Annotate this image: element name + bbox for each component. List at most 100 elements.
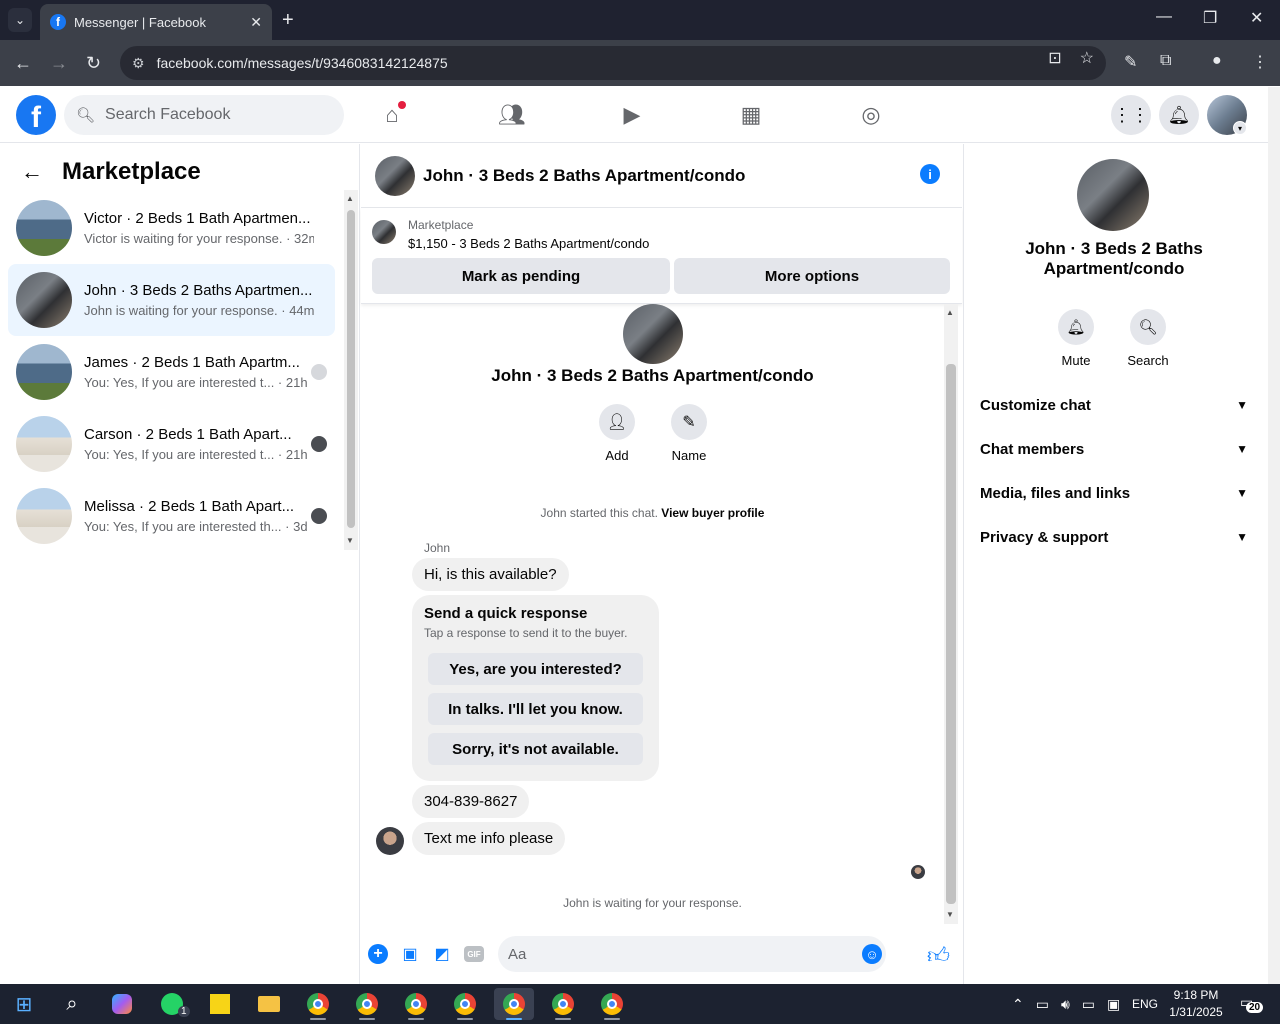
chrome-icon[interactable] (298, 988, 338, 1020)
quick-response-option[interactable]: In talks. I'll let you know. (428, 693, 643, 725)
close-tab-icon[interactable]: ✕ (250, 14, 262, 31)
restore-button[interactable]: ❐ (1203, 8, 1217, 28)
copilot-icon[interactable] (102, 988, 142, 1020)
message-bubble[interactable]: 304-839-8627 (412, 785, 530, 818)
scroll-up-icon[interactable]: ▲ (946, 308, 954, 317)
conversation-scrollbar[interactable]: ▲ ▼ (344, 190, 358, 550)
back-button[interactable]: ← (14, 52, 32, 74)
conversation-item[interactable]: Carson · 2 Beds 1 Bath Apart... You: Yes… (8, 408, 335, 480)
scroll-down-icon[interactable]: ▼ (346, 536, 354, 545)
close-window-button[interactable]: ✕ (1250, 8, 1263, 28)
scrollbar-thumb[interactable] (347, 210, 355, 528)
quick-response-option[interactable]: Sorry, it's not available. (428, 733, 643, 765)
chrome-icon[interactable] (445, 988, 485, 1020)
page-scrollbar[interactable] (1268, 87, 1280, 984)
sender-avatar[interactable] (376, 827, 404, 855)
facebook-logo-icon[interactable]: f (16, 95, 56, 135)
scrollbar-thumb[interactable] (946, 364, 956, 904)
scroll-down-icon[interactable]: ▼ (946, 910, 954, 919)
thumbs-up-icon[interactable]: 👍︎ (927, 942, 950, 969)
file-explorer-icon[interactable] (249, 988, 289, 1020)
mark-as-pending-button[interactable]: Mark as pending (372, 258, 670, 294)
network-icon[interactable]: ▭ (1082, 996, 1095, 1013)
marketplace-icon[interactable]: ▦ (737, 101, 765, 129)
menu-grid-icon[interactable]: ⋮⋮ (1111, 95, 1151, 135)
conversation-item[interactable]: Victor · 2 Beds 1 Bath Apartmen... Victo… (8, 192, 335, 264)
info-icon[interactable]: i (920, 164, 940, 184)
pen-icon[interactable]: ✎ (1124, 52, 1137, 72)
clock[interactable]: 9:18 PM 1/31/2025 (1165, 987, 1227, 1021)
search-icon[interactable]: ⌕ (52, 988, 92, 1020)
bookmark-star-icon[interactable]: ☆ (1080, 48, 1094, 68)
message-bubble[interactable]: Hi, is this available? (412, 558, 569, 591)
tab-search-button[interactable]: ⌄ (8, 8, 32, 32)
name-chat-action[interactable]: ✎ Name (659, 404, 719, 463)
video-icon[interactable]: ▶ (618, 101, 646, 129)
forward-button[interactable]: → (50, 52, 68, 74)
display-icon[interactable]: ▣ (1107, 996, 1120, 1013)
back-arrow-icon[interactable]: ← (16, 156, 48, 188)
listing-title[interactable]: $1,150 - 3 Beds 2 Baths Apartment/condo (408, 236, 649, 251)
seen-avatar (911, 865, 925, 879)
facebook-search[interactable]: 🔍︎ (64, 95, 344, 135)
volume-icon[interactable]: 🔊︎ (1061, 996, 1070, 1013)
chrome-icon[interactable] (347, 988, 387, 1020)
plus-icon[interactable]: + (368, 944, 388, 964)
customize-chat-section[interactable]: Customize chat ▼ (980, 385, 1252, 425)
bell-icon[interactable]: 🔔︎ (1058, 309, 1094, 345)
scroll-up-icon[interactable]: ▲ (346, 194, 354, 203)
listing-thumbnail[interactable] (372, 220, 396, 244)
groups-icon[interactable]: ◎ (857, 101, 885, 129)
conversation-item[interactable]: Melissa · 2 Beds 1 Bath Apart... You: Ye… (8, 480, 335, 552)
search-icon[interactable]: 🔍︎ (1130, 309, 1166, 345)
more-options-button[interactable]: More options (674, 258, 950, 294)
install-app-icon[interactable]: ⊡ (1048, 48, 1061, 68)
add-person-icon[interactable]: 👤︎ (599, 404, 635, 440)
reload-button[interactable]: ↻ (86, 52, 101, 74)
message-bubble[interactable]: Text me info please (412, 822, 566, 855)
message-input[interactable] (508, 945, 848, 963)
minimize-button[interactable]: — (1156, 8, 1172, 26)
chat-title[interactable]: John · 3 Beds 2 Baths Apartment/condo (423, 166, 745, 186)
new-tab-button[interactable]: + (282, 8, 294, 32)
chat-members-section[interactable]: Chat members ▼ (980, 429, 1252, 469)
home-icon[interactable]: ⌂ (378, 101, 406, 129)
meet-icon[interactable]: ▭ (1036, 996, 1049, 1013)
pencil-icon[interactable]: ✎ (671, 404, 707, 440)
profile-icon[interactable]: ● (1212, 52, 1222, 70)
thread-scrollbar[interactable]: ▲ ▼ (944, 304, 958, 924)
browser-tab[interactable]: f Messenger | Facebook ✕ (40, 4, 272, 40)
quick-response-option[interactable]: Yes, are you interested? (428, 653, 643, 685)
privacy-support-section[interactable]: Privacy & support ▼ (980, 517, 1252, 557)
gif-icon[interactable]: GIF (464, 946, 484, 962)
menu-dots-icon[interactable]: ⋮ (1252, 52, 1268, 72)
photo-icon[interactable]: ▣ (400, 944, 420, 964)
message-input-box[interactable]: ☺ (498, 936, 886, 972)
conversation-item[interactable]: John · 3 Beds 2 Baths Apartmen... John i… (8, 264, 335, 336)
sticker-icon[interactable]: ◩ (432, 944, 452, 964)
extensions-icon[interactable]: ⧉ (1160, 52, 1171, 70)
chevron-down-icon[interactable]: ▾ (1233, 121, 1247, 135)
chrome-icon[interactable] (396, 988, 436, 1020)
view-buyer-profile-link[interactable]: View buyer profile (661, 506, 764, 520)
mute-action[interactable]: 🔔︎ Mute (1046, 309, 1106, 368)
emoji-icon[interactable]: ☺ (862, 944, 882, 964)
site-info-icon[interactable]: ⚙ (132, 55, 145, 72)
chrome-icon[interactable] (543, 988, 583, 1020)
search-action[interactable]: 🔍︎ Search (1118, 309, 1178, 368)
chrome-icon[interactable] (592, 988, 632, 1020)
windows-start-icon[interactable]: ⊞ (4, 988, 44, 1020)
chevron-up-icon[interactable]: ⌃ (1012, 996, 1024, 1013)
notifications-bell-icon[interactable]: 🔔︎ (1159, 95, 1199, 135)
whatsapp-icon[interactable]: 1 (152, 988, 192, 1020)
language-indicator[interactable]: ENG (1132, 984, 1158, 1024)
media-files-links-section[interactable]: Media, files and links ▼ (980, 473, 1252, 513)
friends-icon[interactable]: 👥︎ (498, 101, 526, 129)
chrome-icon[interactable] (494, 988, 534, 1020)
conversation-item[interactable]: James · 2 Beds 1 Bath Apartm... You: Yes… (8, 336, 335, 408)
address-bar[interactable]: ⚙ facebook.com/messages/t/93460831421248… (120, 46, 1106, 80)
sticky-notes-icon[interactable] (200, 988, 240, 1020)
add-people-action[interactable]: 👤︎ Add (587, 404, 647, 463)
chat-avatar[interactable] (375, 155, 415, 196)
search-input[interactable] (105, 106, 326, 124)
